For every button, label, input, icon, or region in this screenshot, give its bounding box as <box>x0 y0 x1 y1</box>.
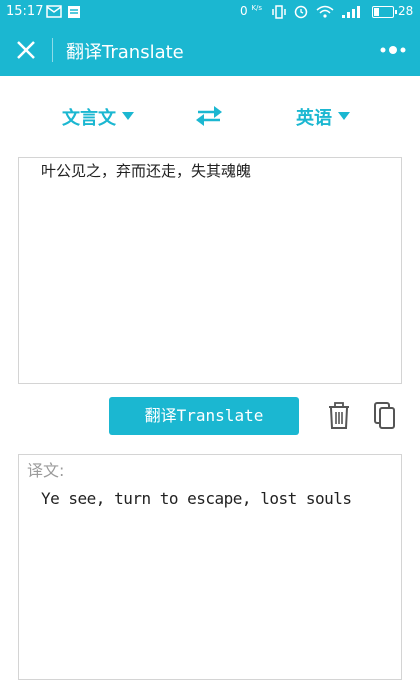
status-bar: 15:17 0 K/s 28 <box>0 0 420 24</box>
app-bar-divider <box>52 38 53 62</box>
source-language-select[interactable]: 文言文 <box>62 104 134 130</box>
battery-fill <box>374 8 379 16</box>
translation-label: 译文: <box>27 461 65 480</box>
copy-icon[interactable] <box>374 402 396 430</box>
trash-icon[interactable] <box>328 402 350 430</box>
source-text: 叶公见之，弃而还走，失其魂魄 <box>41 162 252 180</box>
target-language-label: 英语 <box>296 108 332 129</box>
battery-level: 28 <box>398 4 414 18</box>
status-time: 15:17 <box>6 4 44 19</box>
network-speed: 0 K/s <box>240 4 262 18</box>
wifi-icon <box>316 5 334 18</box>
app-bar: 翻译Translate <box>0 24 420 76</box>
target-language-select[interactable]: 英语 <box>296 104 350 130</box>
alarm-icon <box>294 5 308 19</box>
chevron-down-icon <box>122 112 134 120</box>
more-icon[interactable] <box>378 44 408 56</box>
network-speed-unit: K/s <box>251 4 263 12</box>
source-language-label: 文言文 <box>62 108 116 129</box>
page-title: 翻译Translate <box>66 42 184 63</box>
translation-output: 译文: Ye see, turn to escape, lost souls <box>18 454 402 680</box>
close-icon[interactable] <box>14 38 38 62</box>
document-icon <box>68 6 80 18</box>
network-speed-value: 0 <box>240 4 248 18</box>
translation-text: Ye see, turn to escape, lost souls <box>41 489 352 508</box>
chevron-down-icon <box>338 112 350 120</box>
translate-app: 15:17 0 K/s 28 翻译Translate 文言文 英语 叶公见之，弃… <box>0 0 420 700</box>
swap-icon[interactable] <box>194 104 224 128</box>
translate-button[interactable]: 翻译Translate <box>109 397 299 435</box>
source-text-input[interactable]: 叶公见之，弃而还走，失其魂魄 <box>18 157 402 384</box>
vibrate-icon <box>272 5 286 19</box>
battery-icon <box>372 6 397 18</box>
signal-icon <box>342 6 360 18</box>
mail-icon <box>46 5 62 18</box>
